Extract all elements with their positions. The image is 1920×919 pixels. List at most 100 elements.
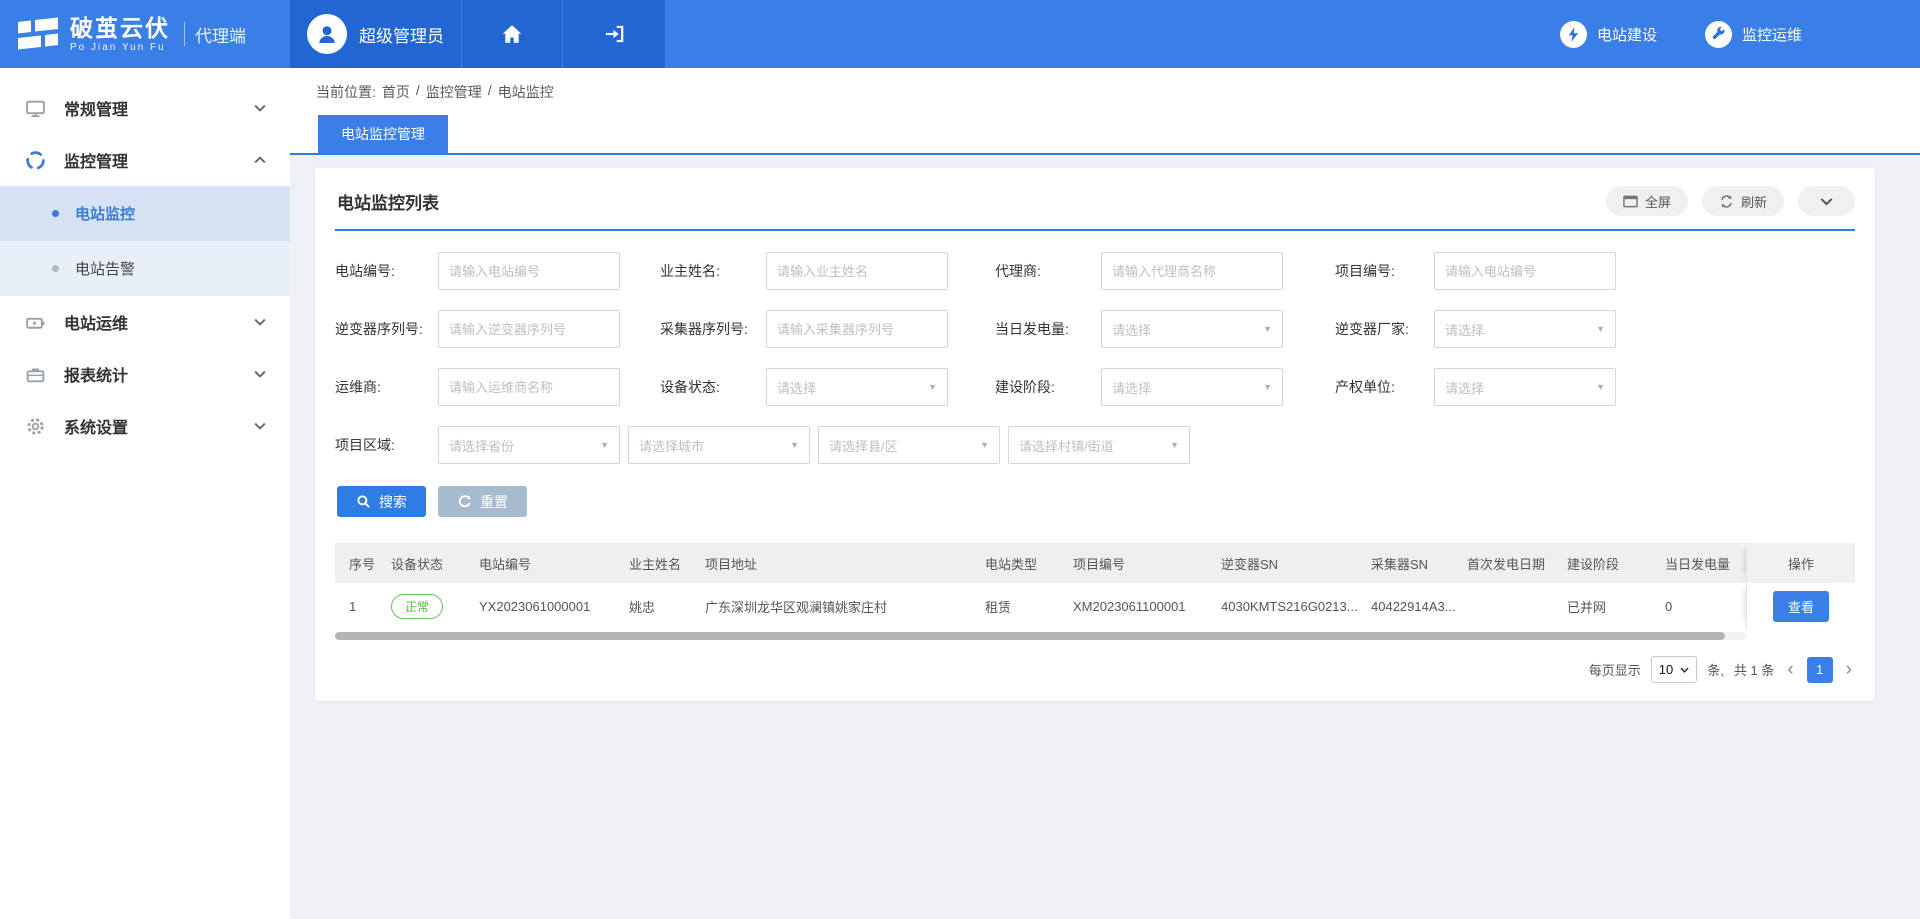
select-placeholder: 请选择县/区 bbox=[829, 436, 898, 455]
column-header: 业主姓名 bbox=[621, 554, 697, 573]
table-row: 1 正常 YX2023061000001 姚忠 广东深圳龙华区观澜镇姚家庄村 租… bbox=[335, 583, 1855, 629]
filter-label: 当日发电量: bbox=[995, 319, 1101, 339]
collector-sn-input[interactable] bbox=[766, 310, 948, 348]
search-button[interactable]: 搜索 bbox=[337, 486, 426, 517]
inverter-vendor-select[interactable]: 请选择 ▼ bbox=[1434, 310, 1616, 348]
select-placeholder: 请选择村镇/街道 bbox=[1019, 436, 1114, 455]
breadcrumb-strip: 当前位置: 首页 / 监控管理 / 电站监控 电站监控管理 bbox=[290, 68, 1920, 155]
reset-label: 重置 bbox=[480, 492, 508, 512]
filter-row: 逆变器序列号: 采集器序列号: 当日发电量: 请选择 ▼ 逆变器厂家: bbox=[335, 310, 1855, 348]
monitor-ops-link[interactable]: 监控运维 bbox=[1705, 21, 1802, 48]
next-page-button[interactable]: › bbox=[1843, 660, 1855, 679]
chevron-down-icon: ▼ bbox=[1596, 382, 1605, 392]
build-stage-select[interactable]: 请选择 ▼ bbox=[1101, 368, 1283, 406]
select-placeholder: 请选择 bbox=[777, 378, 816, 397]
chevron-down-icon bbox=[1680, 667, 1689, 673]
chevron-down-icon: ▼ bbox=[980, 440, 989, 450]
fullscreen-icon bbox=[1623, 195, 1638, 208]
logout-icon bbox=[602, 22, 626, 46]
prev-page-button[interactable]: ‹ bbox=[1784, 660, 1796, 679]
sidebar-item-settings[interactable]: 系统设置 bbox=[0, 400, 290, 452]
breadcrumb-section[interactable]: 监控管理 bbox=[426, 82, 482, 102]
cell-collector-sn: 40422914A3... bbox=[1363, 599, 1459, 614]
filter-row-region: 项目区域: 请选择省份 ▼ 请选择城市 ▼ 请选择县/区 bbox=[335, 426, 1855, 464]
logo: 破茧云伏 Po Jian Yun Fu 代理端 bbox=[0, 0, 290, 68]
filter-label: 逆变器厂家: bbox=[1335, 319, 1434, 339]
region-selects: 请选择省份 ▼ 请选择城市 ▼ 请选择县/区 ▼ bbox=[438, 426, 1855, 464]
card-header: 电站监控列表 全屏 bbox=[335, 186, 1855, 231]
collapse-button[interactable] bbox=[1798, 186, 1855, 216]
daily-gen-select[interactable]: 请选择 ▼ bbox=[1101, 310, 1283, 348]
device-status-select[interactable]: 请选择 ▼ bbox=[766, 368, 948, 406]
refresh-button[interactable]: 刷新 bbox=[1702, 186, 1784, 216]
cell-stage: 已并网 bbox=[1559, 597, 1657, 616]
column-header: 序号 bbox=[335, 554, 383, 573]
monitor-icon bbox=[24, 97, 46, 119]
filter-label: 项目区域: bbox=[335, 435, 438, 455]
per-page-select[interactable]: 10 bbox=[1651, 656, 1697, 683]
logo-subtitle: Po Jian Yun Fu bbox=[70, 42, 170, 53]
sidebar-item-reports[interactable]: 报表统计 bbox=[0, 348, 290, 400]
tab-station-monitor-mgmt[interactable]: 电站监控管理 bbox=[318, 115, 448, 153]
sidebar-item-general[interactable]: 常规管理 bbox=[0, 82, 290, 134]
cell-owner: 姚忠 bbox=[621, 597, 697, 616]
breadcrumb-page[interactable]: 电站监控 bbox=[498, 82, 554, 102]
avatar bbox=[307, 14, 347, 54]
monitor-ops-label: 监控运维 bbox=[1742, 24, 1802, 45]
sidebar-item-label: 报表统计 bbox=[64, 362, 254, 386]
app-root: 破茧云伏 Po Jian Yun Fu 代理端 超级管理员 bbox=[0, 0, 1920, 919]
chevron-down-icon bbox=[254, 318, 266, 326]
header-quick-links: 电站建设 监控运维 bbox=[666, 0, 1920, 68]
select-placeholder: 请选择省份 bbox=[449, 436, 514, 455]
card-toolbar: 全屏 刷新 bbox=[1606, 186, 1855, 216]
chevron-down-icon bbox=[254, 422, 266, 430]
network-icon bbox=[24, 149, 46, 171]
sidebar-item-label: 监控管理 bbox=[64, 148, 254, 172]
inverter-sn-input[interactable] bbox=[438, 310, 620, 348]
breadcrumb-home[interactable]: 首页 bbox=[382, 82, 410, 102]
station-build-link[interactable]: 电站建设 bbox=[1560, 21, 1657, 48]
ops-provider-input[interactable] bbox=[438, 368, 620, 406]
sidebar-item-monitoring[interactable]: 监控管理 bbox=[0, 134, 290, 186]
sidebar-subitem-station-alarm[interactable]: 电站告警 bbox=[0, 241, 290, 296]
cell-project-no: XM2023061100001 bbox=[1065, 599, 1213, 614]
sidebar-subitem-station-monitor[interactable]: 电站监控 bbox=[0, 186, 290, 241]
logout-button[interactable] bbox=[563, 0, 666, 68]
filter-label: 采集器序列号: bbox=[660, 319, 766, 339]
project-no-input[interactable] bbox=[1434, 252, 1616, 290]
portal-label: 代理端 bbox=[195, 22, 246, 47]
sidebar-item-station-ops[interactable]: 电站运维 bbox=[0, 296, 290, 348]
cell-actions: 查看 bbox=[1746, 583, 1855, 629]
fullscreen-label: 全屏 bbox=[1645, 192, 1671, 211]
column-header: 电站类型 bbox=[977, 554, 1065, 573]
home-button[interactable] bbox=[462, 0, 563, 68]
column-header: 首次发电日期 bbox=[1459, 554, 1559, 573]
logo-title: 破茧云伏 bbox=[70, 16, 170, 40]
table-header-row: 序号 设备状态 电站编号 业主姓名 项目地址 电站类型 项目编号 逆变器SN 采… bbox=[335, 543, 1855, 583]
province-select[interactable]: 请选择省份 ▼ bbox=[438, 426, 620, 464]
station-monitor-card: 电站监控列表 全屏 bbox=[315, 168, 1875, 701]
station-no-input[interactable] bbox=[438, 252, 620, 290]
scrollbar-thumb[interactable] bbox=[335, 632, 1725, 640]
page-number[interactable]: 1 bbox=[1807, 657, 1833, 683]
filter-actions: 搜索 重置 bbox=[335, 486, 1855, 517]
town-select[interactable]: 请选择村镇/街道 ▼ bbox=[1008, 426, 1190, 464]
filter-form: 电站编号: 业主姓名: 代理商: 项目编号: 逆变器序列号: bbox=[335, 252, 1855, 464]
owner-name-input[interactable] bbox=[766, 252, 948, 290]
filter-label: 代理商: bbox=[995, 261, 1101, 281]
logo-text: 破茧云伏 Po Jian Yun Fu bbox=[70, 16, 170, 53]
view-button[interactable]: 查看 bbox=[1773, 591, 1829, 622]
chevron-up-icon bbox=[254, 156, 266, 164]
fullscreen-button[interactable]: 全屏 bbox=[1606, 186, 1688, 216]
property-unit-select[interactable]: 请选择 ▼ bbox=[1434, 368, 1616, 406]
reset-button[interactable]: 重置 bbox=[438, 486, 527, 517]
per-page-value: 10 bbox=[1659, 662, 1673, 677]
city-select[interactable]: 请选择城市 ▼ bbox=[628, 426, 810, 464]
cell-inverter-sn: 4030KMTS216G0213... bbox=[1213, 599, 1363, 614]
user-menu[interactable]: 超级管理员 bbox=[290, 0, 462, 68]
county-select[interactable]: 请选择县/区 ▼ bbox=[818, 426, 1000, 464]
cell-index: 1 bbox=[335, 599, 383, 614]
column-header-actions: 操作 bbox=[1746, 543, 1855, 583]
sidebar-item-label: 常规管理 bbox=[64, 96, 254, 120]
agent-input[interactable] bbox=[1101, 252, 1283, 290]
